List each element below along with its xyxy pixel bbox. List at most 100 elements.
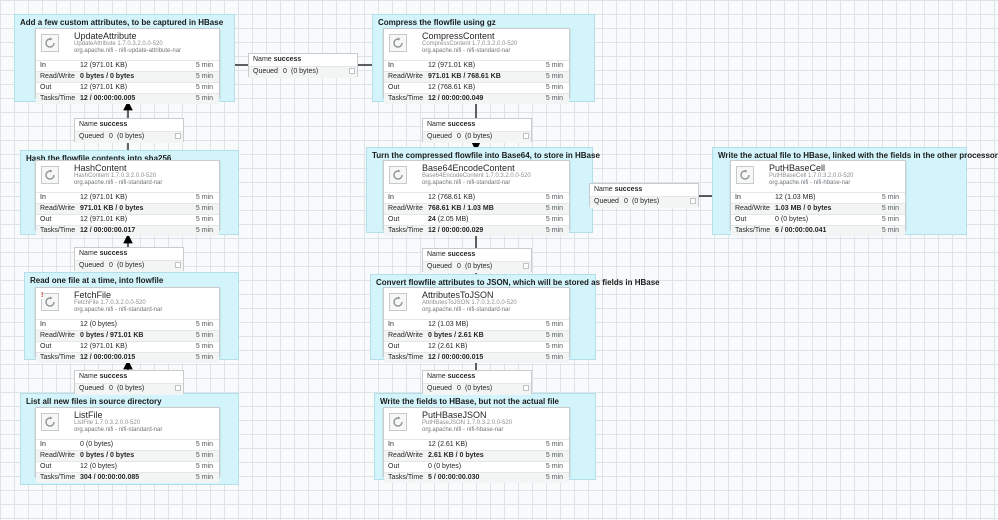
connection-fetch-to-hash[interactable]: Name success Queued 0 (0 bytes) <box>74 247 184 272</box>
processor-bundle: org.apache.nifi - nifi-standard-nar <box>422 48 511 54</box>
stat-in: In 12 (768.61 KB) 5 min <box>384 192 569 203</box>
stat-out: Out 12 (971.01 KB) 5 min <box>36 341 219 352</box>
stat-in: In 0 (0 bytes) 5 min <box>36 439 219 450</box>
processor-base64-encode-content[interactable]: Base64EncodeContent Base64EncodeContent … <box>383 160 570 236</box>
queue-indicator <box>523 133 529 139</box>
queue-indicator <box>349 68 355 74</box>
stat-read-write: Read/Write 0 bytes / 0 bytes 5 min <box>36 71 219 82</box>
queue-indicator <box>175 262 181 268</box>
processor-type: FetchFile 1.7.0.3.2.0.0-520 <box>74 300 146 306</box>
connection-queued-size: (0 bytes) <box>117 262 145 269</box>
stat-out: Out 12 (768.61 KB) 5 min <box>384 82 569 93</box>
queue-indicator <box>175 133 181 139</box>
stat-out: Out 0 (0 bytes) 5 min <box>384 461 569 472</box>
connection-name: success <box>273 56 302 63</box>
processor-name: CompressContent <box>422 31 495 41</box>
connection-queued-size: (0 bytes) <box>465 133 493 140</box>
processor-name: PutHBaseJSON <box>422 410 487 420</box>
processor-icon: ! <box>41 292 59 311</box>
connection-name-label: Name <box>427 121 446 128</box>
connection-base64-to-put-hbase-cell[interactable]: Name success Queued 0 (0 bytes) <box>589 183 699 208</box>
connection-queued-label: Queued <box>427 385 452 392</box>
connection-queued-label: Queued <box>594 198 619 205</box>
queue-indicator <box>523 263 529 269</box>
processor-bundle: org.apache.nifi - nifi-standard-nar <box>74 427 163 433</box>
connection-queued-label: Queued <box>79 385 104 392</box>
connection-attributes-json-to-put-hbase-json[interactable]: Name success Queued 0 (0 bytes) <box>422 370 532 395</box>
connection-name: success <box>99 373 128 380</box>
processor-name: ListFile <box>74 410 103 420</box>
stat-out: Out 24 (2.05 MB) 5 min <box>384 214 569 225</box>
connection-compress-to-base64[interactable]: Name success Queued 0 (0 bytes) <box>422 118 532 143</box>
processor-icon <box>389 166 407 184</box>
connection-update-to-compress[interactable]: Name success Queued 0 (0 bytes) <box>248 53 358 78</box>
connection-name-label: Name <box>79 250 98 257</box>
connection-queued-size: (0 bytes) <box>291 68 319 75</box>
processor-name: PutHBaseCell <box>769 163 826 173</box>
connection-queued-count: 0 <box>283 68 287 75</box>
label-text: Turn the compressed flowfile into Base64… <box>372 151 600 160</box>
label-text: Convert flowfile attributes to JSON, whi… <box>376 278 660 287</box>
processor-icon <box>389 413 407 431</box>
processor-compress-content[interactable]: CompressContent CompressContent 1.7.0.3.… <box>383 28 570 104</box>
processor-bundle: org.apache.nifi - nifi-update-attribute-… <box>74 48 182 54</box>
stat-tasks-time: Tasks/Time 304 / 00:00:00.085 5 min <box>36 472 219 483</box>
processor-icon <box>41 166 59 184</box>
stat-tasks-time: Tasks/Time 12 / 00:00:00.049 5 min <box>384 93 569 104</box>
processor-icon <box>389 34 407 52</box>
connection-queued-count: 0 <box>457 385 461 392</box>
label-text: Compress the flowfile using gz <box>378 18 496 27</box>
connection-queued-size: (0 bytes) <box>465 385 493 392</box>
stat-in: In 12 (2.61 KB) 5 min <box>384 439 569 450</box>
stat-in: In 12 (971.01 KB) 5 min <box>36 192 219 203</box>
connection-name-label: Name <box>253 56 272 63</box>
processor-bundle: org.apache.nifi - nifi-standard-nar <box>74 307 163 313</box>
processor-bundle: org.apache.nifi - nifi-standard-nar <box>422 307 511 313</box>
connection-queued-size: (0 bytes) <box>117 133 145 140</box>
connection-name-label: Name <box>427 251 446 258</box>
connection-queued-count: 0 <box>624 198 628 205</box>
connection-queued-count: 0 <box>457 133 461 140</box>
queue-indicator <box>175 385 181 391</box>
stat-read-write: Read/Write 0 bytes / 971.01 KB 5 min <box>36 330 219 341</box>
stat-in: In 12 (0 bytes) 5 min <box>36 319 219 330</box>
processor-list-file[interactable]: ListFile ListFile 1.7.0.3.2.0.0-520 org.… <box>35 407 220 483</box>
processor-hash-content[interactable]: HashContent HashContent 1.7.0.3.2.0.0-52… <box>35 160 220 236</box>
connection-queued-count: 0 <box>457 263 461 270</box>
connection-queued-label: Queued <box>79 262 104 269</box>
stat-read-write: Read/Write 2.61 KB / 0 bytes 5 min <box>384 450 569 461</box>
stat-read-write: Read/Write 0 bytes / 2.61 KB 5 min <box>384 330 569 341</box>
connection-list-to-fetch[interactable]: Name success Queued 0 (0 bytes) <box>74 370 184 395</box>
stat-read-write: Read/Write 971.01 KB / 0 bytes 5 min <box>36 203 219 214</box>
connection-name: success <box>99 250 128 257</box>
connection-hash-to-update[interactable]: Name success Queued 0 (0 bytes) <box>74 118 184 143</box>
label-text: Write the fields to HBase, but not the a… <box>380 397 559 406</box>
processor-icon <box>41 413 59 431</box>
queue-indicator <box>523 385 529 391</box>
processor-put-hbase-json[interactable]: PutHBaseJSON PutHBaseJSON 1.7.0.3.2.0.0-… <box>383 407 570 483</box>
connection-queued-count: 0 <box>109 385 113 392</box>
stat-tasks-time: Tasks/Time 12 / 00:00:00.015 5 min <box>384 352 569 363</box>
stat-out: Out 12 (971.01 KB) 5 min <box>36 214 219 225</box>
processor-type: ListFile 1.7.0.3.2.0.0-520 <box>74 420 141 426</box>
processor-icon <box>389 293 407 311</box>
processor-name: Base64EncodeContent <box>422 163 515 173</box>
connection-queued-label: Queued <box>427 133 452 140</box>
connection-base64-to-attributes-json[interactable]: Name success Queued 0 (0 bytes) <box>422 248 532 273</box>
processor-update-attribute[interactable]: UpdateAttribute UpdateAttribute 1.7.0.3.… <box>35 28 220 104</box>
processor-bundle: org.apache.nifi - nifi-standard-nar <box>422 180 511 186</box>
processor-fetch-file[interactable]: ! FetchFile FetchFile 1.7.0.3.2.0.0-520 … <box>35 287 220 363</box>
processor-attributes-to-json[interactable]: AttributesToJSON AttributesToJSON 1.7.0.… <box>383 287 570 363</box>
connection-name-label: Name <box>79 373 98 380</box>
label-text: List all new files in source directory <box>26 397 162 406</box>
stat-out: Out 12 (0 bytes) 5 min <box>36 461 219 472</box>
stat-tasks-time: Tasks/Time 12 / 00:00:00.017 5 min <box>36 225 219 236</box>
connection-name: success <box>447 373 476 380</box>
connection-queued-size: (0 bytes) <box>465 263 493 270</box>
processor-put-hbase-cell[interactable]: PutHBaseCell PutHBaseCell 1.7.0.3.2.0.0-… <box>730 160 906 236</box>
connection-queued-count: 0 <box>109 262 113 269</box>
stat-tasks-time: Tasks/Time 5 / 00:00:00.030 5 min <box>384 472 569 483</box>
stat-read-write: Read/Write 0 bytes / 0 bytes 5 min <box>36 450 219 461</box>
connection-name: success <box>447 251 476 258</box>
stat-in: In 12 (1.03 MB) 5 min <box>384 319 569 330</box>
